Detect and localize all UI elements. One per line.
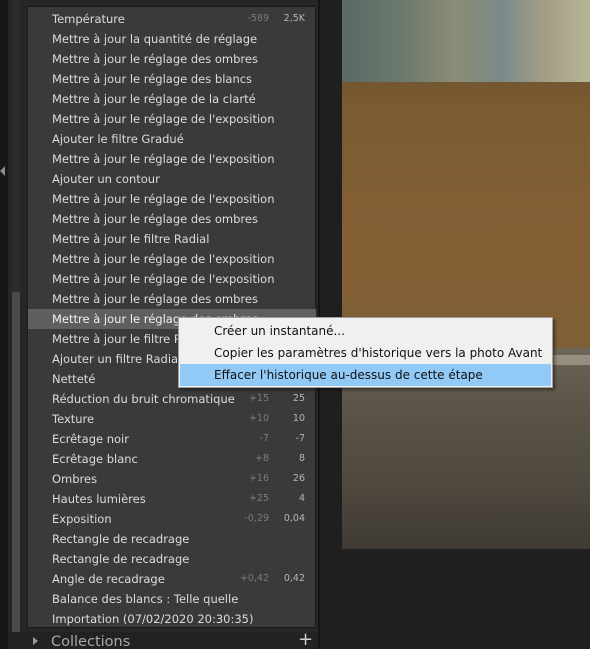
menu-item-label: Créer un instantané...	[214, 324, 345, 338]
history-item[interactable]: Angle de recadrage +0,42 0,42	[28, 569, 316, 589]
history-item-label: Rectangle de recadrage	[52, 552, 190, 566]
history-item-label: Ajouter un contour	[52, 172, 160, 186]
history-item[interactable]: Mettre à jour la quantité de réglage	[28, 29, 316, 49]
history-item-label: Ombres	[52, 472, 98, 486]
history-item-delta: +15	[248, 393, 269, 404]
history-item-label: Mettre à jour le réglage de la clarté	[52, 92, 256, 106]
history-item-label: Température	[52, 12, 125, 26]
history-item[interactable]: Température -589 2,5K	[28, 9, 316, 29]
history-item-label: Mettre à jour le réglage de l'exposition	[52, 272, 275, 286]
history-item-label: Mettre à jour le réglage des ombres	[52, 212, 258, 226]
history-item-label: Ecrêtage blanc	[52, 452, 138, 466]
photo-preview	[342, 0, 590, 549]
history-item-label: Mettre à jour le réglage de l'exposition	[52, 112, 275, 126]
scrollbar-thumb[interactable]	[12, 292, 20, 632]
history-item[interactable]: Importation (07/02/2020 20:30:35)	[28, 609, 316, 629]
history-item-label: Mettre à jour le réglage des blancs	[52, 72, 253, 86]
history-item[interactable]: Réduction du bruit chromatique +15 25	[28, 389, 316, 409]
history-item-label: Mettre à jour le réglage des ombres	[52, 52, 258, 66]
history-item[interactable]: Texture +10 10	[28, 409, 316, 429]
history-item-value: 8	[298, 453, 305, 464]
history-item-label: Balance des blancs : Telle quelle	[52, 592, 239, 606]
history-item[interactable]: Rectangle de recadrage	[28, 549, 316, 569]
history-item-value: 0,04	[283, 513, 305, 524]
history-item-label: Texture	[52, 412, 95, 426]
history-item-delta: -0,29	[244, 513, 269, 524]
history-item-label: Angle de recadrage	[52, 572, 165, 586]
history-item[interactable]: Mettre à jour le réglage des blancs	[28, 69, 316, 89]
clear-history-above-menu-item[interactable]: Effacer l'historique au-dessus de cette …	[180, 364, 551, 386]
history-item[interactable]: Mettre à jour le réglage de l'exposition	[28, 109, 316, 129]
triangle-right-icon[interactable]	[33, 637, 38, 645]
history-item-value: 10	[292, 413, 305, 424]
history-item-label: Mettre à jour le réglage des ombres	[52, 292, 258, 306]
history-item[interactable]: Mettre à jour le réglage de l'exposition	[28, 249, 316, 269]
history-item-delta: +0,42	[239, 573, 269, 584]
context-menu: Créer un instantané... Copier les paramèt…	[178, 317, 553, 388]
history-item[interactable]: Mettre à jour le réglage des ombres	[28, 49, 316, 69]
history-item-delta: +25	[248, 493, 269, 504]
history-item-label: Mettre à jour le réglage de l'exposition	[52, 152, 275, 166]
history-item-label: Mettre à jour le réglage de l'exposition	[52, 192, 275, 206]
history-item[interactable]: Mettre à jour le filtre Radial	[28, 229, 316, 249]
history-item-value: 2,5K	[283, 13, 305, 24]
history-item-label: Ecrêtage noir	[52, 432, 129, 446]
history-item-label: Hautes lumières	[52, 492, 146, 506]
photo-light-spot	[547, 355, 590, 365]
history-item-value: 4	[298, 493, 305, 504]
history-item[interactable]: Mettre à jour le réglage de la clarté	[28, 89, 316, 109]
history-item-delta: -7	[259, 433, 269, 444]
history-item[interactable]: Ajouter un contour	[28, 169, 316, 189]
history-item[interactable]: Ombres +16 26	[28, 469, 316, 489]
history-item-label: Importation (07/02/2020 20:30:35)	[52, 612, 254, 626]
history-item[interactable]: Mettre à jour le réglage de l'exposition	[28, 149, 316, 169]
history-item-label: Ajouter un filtre Radial	[52, 352, 182, 366]
history-item-label: Exposition	[52, 512, 112, 526]
history-item[interactable]: Mettre à jour le réglage des ombres	[28, 209, 316, 229]
history-item[interactable]: Mettre à jour le réglage de l'exposition	[28, 189, 316, 209]
history-item[interactable]: Rectangle de recadrage	[28, 529, 316, 549]
history-item-label: Mettre à jour la quantité de réglage	[52, 32, 258, 46]
history-item[interactable]: Ecrêtage noir -7 -7	[28, 429, 316, 449]
history-item[interactable]: Hautes lumières +25 4	[28, 489, 316, 509]
history-item-label: Mettre à jour le réglage de l'exposition	[52, 252, 275, 266]
history-item-label: Netteté	[52, 372, 96, 386]
history-item[interactable]: Mettre à jour le réglage de l'exposition	[28, 269, 316, 289]
history-item-delta: +10	[248, 413, 269, 424]
copy-history-settings-menu-item[interactable]: Copier les paramètres d'historique vers …	[180, 342, 551, 364]
history-item[interactable]: Mettre à jour le réglage des ombres	[28, 289, 316, 309]
history-item-value: 25	[292, 393, 305, 404]
history-item-delta: -589	[247, 13, 269, 24]
menu-item-label: Copier les paramètres d'historique vers …	[214, 346, 543, 360]
collections-header[interactable]: Collections +	[8, 631, 318, 649]
history-item-label: Mettre à jour le filtre Radial	[52, 232, 210, 246]
history-item-delta: +8	[254, 453, 269, 464]
plus-icon[interactable]: +	[298, 631, 313, 649]
history-item-value: 26	[292, 473, 305, 484]
history-item-value: -7	[295, 433, 305, 444]
history-item-delta: +16	[248, 473, 269, 484]
create-snapshot-menu-item[interactable]: Créer un instantané...	[180, 320, 551, 342]
history-item-label: Ajouter le filtre Gradué	[52, 132, 184, 146]
menu-item-label: Effacer l'historique au-dessus de cette …	[214, 368, 483, 382]
history-item[interactable]: Exposition -0,29 0,04	[28, 509, 316, 529]
history-item[interactable]: Ajouter le filtre Gradué	[28, 129, 316, 149]
history-item[interactable]: Balance des blancs : Telle quelle	[28, 589, 316, 609]
collapse-panel-icon[interactable]	[0, 166, 5, 176]
history-item[interactable]: Ecrêtage blanc +8 8	[28, 449, 316, 469]
history-item-label: Réduction du bruit chromatique	[52, 392, 235, 406]
collections-title: Collections	[51, 634, 131, 649]
left-edge-strip	[0, 0, 8, 649]
photo-top-region	[342, 0, 590, 82]
history-item-label: Rectangle de recadrage	[52, 532, 190, 546]
history-item-value: 0,42	[283, 573, 305, 584]
